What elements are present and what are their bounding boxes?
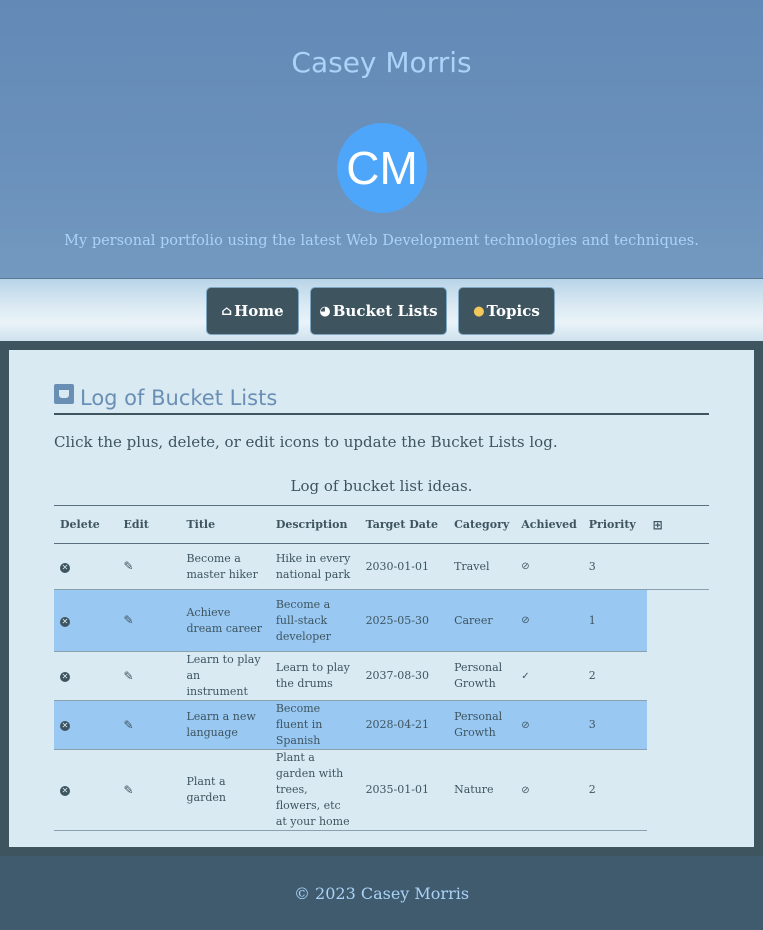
target-date-cell: 2035-01-01 bbox=[359, 749, 449, 831]
delete-icon[interactable]: ✕ bbox=[60, 786, 70, 796]
not-achieved-icon: ⊘ bbox=[521, 561, 530, 572]
title-cell: Learn a new language bbox=[180, 700, 270, 750]
table-row: ✕ ✎ Learn a new language Become fluent i… bbox=[54, 700, 709, 750]
title-cell: Become a master hiker bbox=[180, 543, 270, 590]
edit-icon[interactable]: ✎ bbox=[124, 718, 134, 732]
not-achieved-icon: ⊘ bbox=[521, 784, 530, 796]
table-row: ✕ ✎ Achieve dream career Become a full-s… bbox=[54, 589, 709, 652]
add-button[interactable]: ⊞ bbox=[646, 505, 709, 544]
category-cell: Personal Growth bbox=[448, 651, 516, 701]
col-header: Category bbox=[448, 505, 516, 544]
description-cell: Become fluent in Spanish bbox=[269, 700, 360, 750]
title-cell: Learn to play an instrument bbox=[180, 651, 270, 701]
achieved-cell: ⊘ bbox=[515, 700, 583, 750]
delete-cell: ✕ bbox=[54, 700, 118, 750]
delete-icon[interactable]: ✕ bbox=[60, 721, 70, 731]
add-icon[interactable]: ⊞ bbox=[653, 518, 663, 532]
table-row: ✕ ✎ Become a master hiker Hike in every … bbox=[54, 543, 709, 590]
bucket-list-table: Delete Edit Title Description Target Dat… bbox=[54, 505, 709, 831]
section-heading: Log of Bucket Lists bbox=[54, 383, 709, 415]
table-header-row: Delete Edit Title Description Target Dat… bbox=[54, 505, 709, 544]
col-header: Priority bbox=[582, 505, 647, 544]
delete-icon[interactable]: ✕ bbox=[60, 616, 70, 627]
bucket-icon: ◕ bbox=[319, 303, 331, 319]
main-content: Log of Bucket Lists Click the plus, dele… bbox=[9, 350, 754, 847]
priority-cell: 1 bbox=[582, 589, 647, 652]
copyright-text: © 2023 Casey Morris bbox=[293, 883, 470, 903]
delete-icon[interactable]: ✕ bbox=[60, 672, 70, 682]
nav-bucket-lists-label: Bucket Lists bbox=[332, 302, 438, 320]
col-header: Description bbox=[269, 505, 360, 544]
achieved-cell: ✓ bbox=[515, 651, 583, 701]
not-achieved-icon: ⊘ bbox=[521, 719, 530, 731]
delete-cell: ✕ bbox=[54, 749, 118, 831]
col-header: Target Date bbox=[359, 505, 449, 544]
target-date-cell: 2025-05-30 bbox=[359, 589, 449, 652]
nav-topics-button[interactable]: ● Topics bbox=[458, 287, 555, 335]
priority-cell: 2 bbox=[582, 651, 647, 701]
description-cell: Plant a garden with trees, flowers, etc … bbox=[269, 749, 360, 831]
title-cell: Achieve dream career bbox=[180, 589, 270, 652]
description-cell: Hike in every national park bbox=[269, 543, 360, 590]
title-cell: Plant a garden bbox=[180, 749, 270, 831]
site-footer: © 2023 Casey Morris bbox=[0, 856, 763, 930]
nav-home-label: Home bbox=[234, 302, 284, 320]
home-icon: ⌂ bbox=[221, 303, 233, 319]
delete-cell: ✕ bbox=[54, 589, 118, 652]
edit-cell: ✎ bbox=[117, 700, 181, 750]
priority-cell: 3 bbox=[582, 700, 647, 750]
category-cell: Nature bbox=[448, 749, 516, 831]
target-date-cell: 2028-04-21 bbox=[359, 700, 449, 750]
section-title: Log of Bucket Lists bbox=[80, 386, 278, 410]
edit-icon[interactable]: ✎ bbox=[124, 669, 134, 683]
nav-home-button[interactable]: ⌂ Home bbox=[206, 287, 299, 335]
delete-cell: ✕ bbox=[54, 651, 118, 701]
delete-icon[interactable]: ✕ bbox=[60, 562, 70, 573]
col-header: Delete bbox=[54, 505, 118, 544]
target-date-cell: 2030-01-01 bbox=[359, 543, 449, 590]
edit-cell: ✎ bbox=[117, 749, 181, 831]
edit-icon[interactable]: ✎ bbox=[124, 613, 134, 627]
avatar: CM bbox=[337, 123, 427, 213]
sun-icon: ● bbox=[473, 303, 485, 319]
site-tagline: My personal portfolio using the latest W… bbox=[64, 233, 699, 249]
col-header: Edit bbox=[117, 505, 181, 544]
table-caption: Log of bucket list ideas. bbox=[290, 477, 473, 495]
bucket-icon bbox=[54, 384, 74, 404]
instruction-text: Click the plus, delete, or edit icons to… bbox=[54, 433, 558, 451]
delete-cell: ✕ bbox=[54, 543, 118, 590]
edit-icon[interactable]: ✎ bbox=[124, 783, 134, 797]
category-cell: Travel bbox=[448, 543, 516, 590]
priority-cell: 2 bbox=[582, 749, 647, 831]
edit-cell: ✎ bbox=[117, 589, 181, 652]
category-cell: Personal Growth bbox=[448, 700, 516, 750]
priority-cell: 3 bbox=[582, 543, 647, 590]
category-cell: Career bbox=[448, 589, 516, 652]
col-header: Achieved bbox=[515, 505, 583, 544]
nav-bar: ⌂ Home ◕ Bucket Lists ● Topics bbox=[0, 278, 763, 341]
edit-icon[interactable]: ✎ bbox=[124, 559, 134, 573]
not-achieved-icon: ⊘ bbox=[521, 615, 530, 626]
achieved-check-icon: ✓ bbox=[521, 670, 530, 682]
edit-cell: ✎ bbox=[117, 651, 181, 701]
nav-bucket-lists-button[interactable]: ◕ Bucket Lists bbox=[310, 287, 447, 335]
edit-cell: ✎ bbox=[117, 543, 181, 590]
site-header: Casey Morris CM My personal portfolio us… bbox=[0, 0, 763, 278]
achieved-cell: ⊘ bbox=[515, 749, 583, 831]
table-row: ✕ ✎ Plant a garden Plant a garden with t… bbox=[54, 749, 709, 831]
description-cell: Become a full-stack developer bbox=[269, 589, 360, 652]
target-date-cell: 2037-08-30 bbox=[359, 651, 449, 701]
site-title: Casey Morris bbox=[291, 46, 472, 79]
description-cell: Learn to play the drums bbox=[269, 651, 360, 701]
achieved-cell: ⊘ bbox=[515, 589, 583, 652]
table-row: ✕ ✎ Learn to play an instrument Learn to… bbox=[54, 651, 709, 701]
achieved-cell: ⊘ bbox=[515, 543, 583, 590]
col-header: Title bbox=[180, 505, 270, 544]
nav-topics-label: Topics bbox=[486, 302, 540, 320]
